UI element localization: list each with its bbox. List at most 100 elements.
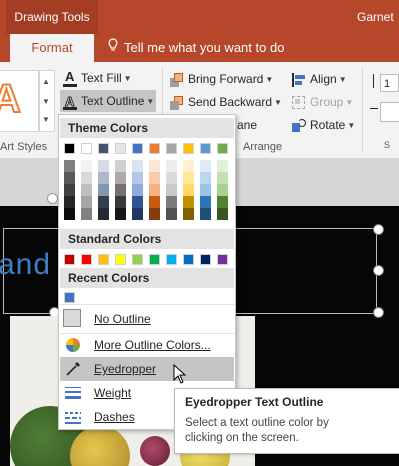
standard-color-swatch[interactable] <box>149 254 160 265</box>
theme-shade-swatch[interactable] <box>149 160 160 172</box>
theme-shade-swatch[interactable] <box>200 184 211 196</box>
bring-forward-button[interactable]: Bring Forward ▼ <box>170 70 273 88</box>
resize-handle-top-right[interactable] <box>373 224 384 235</box>
gallery-up-icon: ▲ <box>42 77 50 86</box>
theme-shade-swatch[interactable] <box>64 196 75 208</box>
theme-color-swatch[interactable] <box>200 143 211 154</box>
arrange-group-label: Arrange <box>243 141 283 153</box>
resize-handle-bottom-right[interactable] <box>373 307 384 318</box>
theme-shade-swatch[interactable] <box>149 184 160 196</box>
theme-shade-swatch[interactable] <box>115 208 126 220</box>
theme-shade-swatch[interactable] <box>64 172 75 184</box>
theme-color-swatch[interactable] <box>217 143 228 154</box>
tab-format[interactable]: Format <box>10 34 94 62</box>
theme-shade-swatch[interactable] <box>81 172 92 184</box>
standard-color-swatch[interactable] <box>200 254 211 265</box>
theme-color-swatch[interactable] <box>115 143 126 154</box>
theme-shade-swatch[interactable] <box>217 196 228 208</box>
eyedropper-tooltip: Eyedropper Text Outline Select a text ou… <box>174 388 399 454</box>
width-field[interactable] <box>370 100 399 122</box>
theme-shade-swatch[interactable] <box>115 160 126 172</box>
theme-shade-swatch[interactable] <box>183 172 194 184</box>
theme-shade-swatch[interactable] <box>64 184 75 196</box>
gallery-scroll[interactable]: ▲ ▼ ▼ <box>39 70 55 132</box>
theme-shade-swatch[interactable] <box>132 172 143 184</box>
mouse-pointer-icon <box>173 363 189 384</box>
theme-shade-swatch[interactable] <box>200 172 211 184</box>
theme-shade-swatch[interactable] <box>81 184 92 196</box>
standard-color-swatch[interactable] <box>166 254 177 265</box>
theme-shade-swatch[interactable] <box>132 196 143 208</box>
theme-shade-swatch[interactable] <box>166 208 177 220</box>
theme-shade-swatch[interactable] <box>98 208 109 220</box>
theme-shade-swatch[interactable] <box>217 208 228 220</box>
selection-pane-button[interactable]: ane <box>237 116 257 134</box>
text-outline-button[interactable]: A Text Outline ▼ <box>60 90 156 112</box>
standard-color-swatch[interactable] <box>98 254 109 265</box>
theme-shade-swatch[interactable] <box>149 208 160 220</box>
eyedropper-item[interactable]: Eyedropper <box>60 357 234 381</box>
theme-shade-swatch[interactable] <box>217 184 228 196</box>
theme-shade-swatch[interactable] <box>200 208 211 220</box>
tell-me-box[interactable]: Tell me what you want to do <box>108 34 284 62</box>
send-backward-button[interactable]: Send Backward ▼ <box>170 93 282 111</box>
theme-shade-swatch[interactable] <box>64 160 75 172</box>
user-name[interactable]: Garnet <box>357 0 394 34</box>
theme-shade-swatch[interactable] <box>98 160 109 172</box>
theme-shade-swatch[interactable] <box>200 160 211 172</box>
standard-color-swatch[interactable] <box>64 254 75 265</box>
align-button[interactable]: Align ▼ <box>292 70 347 88</box>
theme-color-swatch[interactable] <box>183 143 194 154</box>
text-fill-label: Text Fill <box>81 71 122 85</box>
theme-shade-swatch[interactable] <box>183 208 194 220</box>
theme-shade-swatch[interactable] <box>200 196 211 208</box>
group-button[interactable]: Group ▼ <box>292 93 353 111</box>
theme-color-swatch[interactable] <box>132 143 143 154</box>
theme-shade-swatch[interactable] <box>132 184 143 196</box>
theme-color-swatch[interactable] <box>64 143 75 154</box>
theme-shade-swatch[interactable] <box>115 172 126 184</box>
theme-shade-swatch[interactable] <box>166 160 177 172</box>
standard-color-swatch[interactable] <box>81 254 92 265</box>
theme-shade-swatch[interactable] <box>132 208 143 220</box>
rotate-handle[interactable] <box>47 193 58 204</box>
theme-color-swatch[interactable] <box>98 143 109 154</box>
theme-shade-swatch[interactable] <box>81 196 92 208</box>
theme-shade-swatch[interactable] <box>115 184 126 196</box>
theme-shade-swatch[interactable] <box>217 160 228 172</box>
more-outline-colors-item[interactable]: More Outline Colors... <box>60 333 234 357</box>
theme-shade-swatch[interactable] <box>166 196 177 208</box>
theme-shade-swatch[interactable] <box>166 184 177 196</box>
theme-shade-swatch[interactable] <box>183 184 194 196</box>
standard-color-swatch[interactable] <box>132 254 143 265</box>
theme-shade-swatch[interactable] <box>98 184 109 196</box>
size-dialog-launcher-icon[interactable]: S <box>384 140 390 150</box>
theme-color-swatch[interactable] <box>166 143 177 154</box>
theme-shade-swatch[interactable] <box>81 208 92 220</box>
resize-handle-right[interactable] <box>373 265 384 276</box>
chevron-down-icon: ▼ <box>265 74 274 84</box>
theme-shade-swatch[interactable] <box>149 172 160 184</box>
theme-shade-swatch[interactable] <box>64 208 75 220</box>
wordart-style-gallery[interactable]: A <box>0 70 39 132</box>
theme-shade-swatch[interactable] <box>98 172 109 184</box>
theme-shade-swatch[interactable] <box>183 160 194 172</box>
standard-color-swatch[interactable] <box>217 254 228 265</box>
rotate-button[interactable]: Rotate ▼ <box>292 116 355 134</box>
theme-shade-swatch[interactable] <box>183 196 194 208</box>
theme-shade-swatch[interactable] <box>217 172 228 184</box>
theme-color-swatch[interactable] <box>149 143 160 154</box>
text-fill-button[interactable]: A Text Fill ▼ <box>63 69 132 87</box>
no-outline-item[interactable]: No Outline <box>60 307 234 331</box>
theme-shade-swatch[interactable] <box>98 196 109 208</box>
height-field[interactable]: 1 <box>370 72 399 94</box>
recent-color-swatch[interactable] <box>64 292 75 303</box>
theme-shade-swatch[interactable] <box>149 196 160 208</box>
standard-color-swatch[interactable] <box>183 254 194 265</box>
theme-shade-swatch[interactable] <box>166 172 177 184</box>
theme-color-swatch[interactable] <box>81 143 92 154</box>
theme-shade-swatch[interactable] <box>81 160 92 172</box>
theme-shade-swatch[interactable] <box>115 196 126 208</box>
standard-color-swatch[interactable] <box>115 254 126 265</box>
theme-shade-swatch[interactable] <box>132 160 143 172</box>
